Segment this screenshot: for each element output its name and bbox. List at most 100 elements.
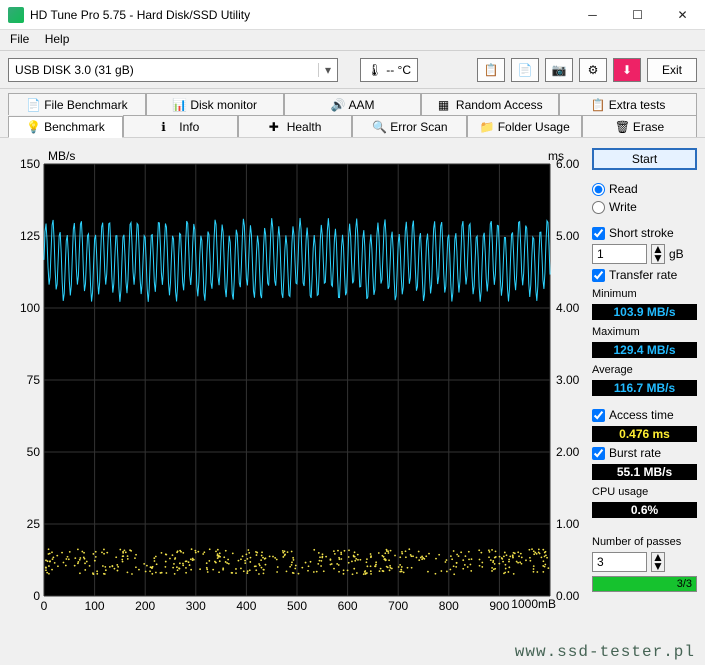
clipboard-icon: 📄 <box>518 63 533 77</box>
screenshot-button[interactable]: 📷 <box>545 58 573 82</box>
avg-value: 116.7 MB/s <box>592 380 697 396</box>
tab-disk-monitor[interactable]: 📊Disk monitor <box>146 93 284 115</box>
burst-rate-checkbox[interactable]: Burst rate <box>592 446 697 460</box>
menubar: File Help <box>0 30 705 51</box>
transfer-rate-checkbox[interactable]: Transfer rate <box>592 268 697 282</box>
svg-text:0: 0 <box>33 589 40 603</box>
menu-help[interactable]: Help <box>39 30 76 48</box>
svg-text:100: 100 <box>20 301 40 315</box>
monitor-icon: 📊 <box>172 98 186 112</box>
passes-label: Number of passes <box>592 536 697 548</box>
svg-text:900: 900 <box>489 599 509 613</box>
chart-svg: MB/s ms 00.00251.00502.00753.001004.0012… <box>8 148 580 626</box>
benchmark-chart: MB/s ms 00.00251.00502.00753.001004.0012… <box>8 148 584 626</box>
cpu-label: CPU usage <box>592 486 697 498</box>
svg-text:125: 125 <box>20 229 40 243</box>
drive-dropdown-value: USB DISK 3.0 (31 gB) <box>15 63 134 77</box>
scan-icon: 🔍 <box>372 120 386 134</box>
read-radio[interactable]: Read <box>592 182 697 196</box>
info-icon: ℹ <box>161 120 175 134</box>
passes-spinner[interactable]: ▲▼ <box>592 552 697 572</box>
svg-text:400: 400 <box>236 599 256 613</box>
health-icon: ✚ <box>269 120 283 134</box>
window-title: HD Tune Pro 5.75 - Hard Disk/SSD Utility <box>30 8 570 22</box>
svg-text:4.00: 4.00 <box>556 301 580 315</box>
spinner-buttons[interactable]: ▲▼ <box>651 552 665 572</box>
spinner-buttons[interactable]: ▲▼ <box>651 244 665 264</box>
svg-text:700: 700 <box>388 599 408 613</box>
cpu-value: 0.6% <box>592 502 697 518</box>
side-panel: Start Read Write Short stroke ▲▼ gB Tran… <box>592 148 697 626</box>
temperature-display: 🌡 -- °C <box>360 58 418 82</box>
save-button[interactable]: ⬇ <box>613 58 641 82</box>
copy-screenshot-button[interactable]: 📄 <box>511 58 539 82</box>
svg-text:25: 25 <box>27 517 41 531</box>
toolbar: USB DISK 3.0 (31 gB) ▾ 🌡 -- °C 📋 📄 📷 ⚙ ⬇… <box>0 51 705 89</box>
file-icon: 📄 <box>26 98 40 112</box>
svg-text:3.00: 3.00 <box>556 373 580 387</box>
watermark: www.ssd-tester.pl <box>515 643 695 661</box>
thermometer-icon: 🌡 <box>367 63 382 77</box>
access-time-checkbox[interactable]: Access time <box>592 408 697 422</box>
folder-icon: 📁 <box>480 120 494 134</box>
drive-dropdown[interactable]: USB DISK 3.0 (31 gB) ▾ <box>8 58 338 82</box>
bulb-icon: 💡 <box>26 120 40 134</box>
tests-icon: 📋 <box>591 98 605 112</box>
svg-text:2.00: 2.00 <box>556 445 580 459</box>
copy-icon: 📋 <box>484 63 499 77</box>
svg-text:75: 75 <box>27 373 41 387</box>
short-stroke-checkbox[interactable]: Short stroke <box>592 226 697 240</box>
svg-text:300: 300 <box>186 599 206 613</box>
short-stroke-input[interactable] <box>592 244 647 264</box>
svg-text:0: 0 <box>41 599 48 613</box>
close-button[interactable]: ✕ <box>660 0 705 30</box>
min-label: Minimum <box>592 288 697 300</box>
gear-icon: ⚙ <box>588 63 599 77</box>
minimize-button[interactable]: ─ <box>570 0 615 30</box>
copy-info-button[interactable]: 📋 <box>477 58 505 82</box>
max-value: 129.4 MB/s <box>592 342 697 358</box>
write-radio[interactable]: Write <box>592 200 697 214</box>
min-value: 103.9 MB/s <box>592 304 697 320</box>
passes-progress: 3/3 <box>592 576 697 592</box>
svg-text:5.00: 5.00 <box>556 229 580 243</box>
start-button[interactable]: Start <box>592 148 697 170</box>
temperature-value: -- °C <box>386 63 411 77</box>
svg-text:1.00: 1.00 <box>556 517 580 531</box>
main-content: MB/s ms 00.00251.00502.00753.001004.0012… <box>0 138 705 630</box>
tab-health[interactable]: ✚Health <box>238 115 353 137</box>
access-value: 0.476 ms <box>592 426 697 442</box>
tab-file-benchmark[interactable]: 📄File Benchmark <box>8 93 146 115</box>
app-icon <box>8 7 24 23</box>
download-icon: ⬇ <box>622 63 632 77</box>
tab-error-scan[interactable]: 🔍Error Scan <box>352 115 467 137</box>
passes-input[interactable] <box>592 552 647 572</box>
svg-text:150: 150 <box>20 157 40 171</box>
titlebar: HD Tune Pro 5.75 - Hard Disk/SSD Utility… <box>0 0 705 30</box>
tab-info[interactable]: ℹInfo <box>123 115 238 137</box>
tab-erase[interactable]: 🗑Erase <box>582 115 697 137</box>
tab-extra-tests[interactable]: 📋Extra tests <box>559 93 697 115</box>
svg-text:0.00: 0.00 <box>556 589 580 603</box>
svg-text:6.00: 6.00 <box>556 157 580 171</box>
options-button[interactable]: ⚙ <box>579 58 607 82</box>
short-stroke-spinner[interactable]: ▲▼ gB <box>592 244 697 264</box>
camera-icon: 📷 <box>552 63 567 77</box>
svg-text:500: 500 <box>287 599 307 613</box>
avg-label: Average <box>592 364 697 376</box>
tab-folder-usage[interactable]: 📁Folder Usage <box>467 115 582 137</box>
random-icon: ▦ <box>438 98 452 112</box>
svg-text:600: 600 <box>338 599 358 613</box>
tab-aam[interactable]: 🔊AAM <box>284 93 422 115</box>
svg-text:50: 50 <box>27 445 41 459</box>
tab-strip: 📄File Benchmark 📊Disk monitor 🔊AAM ▦Rand… <box>0 89 705 138</box>
tab-benchmark[interactable]: 💡Benchmark <box>8 116 123 138</box>
maximize-button[interactable]: ☐ <box>615 0 660 30</box>
tab-random-access[interactable]: ▦Random Access <box>421 93 559 115</box>
y-axis-left-label: MB/s <box>48 149 75 163</box>
exit-button[interactable]: Exit <box>647 58 697 82</box>
burst-value: 55.1 MB/s <box>592 464 697 480</box>
menu-file[interactable]: File <box>4 30 35 48</box>
svg-text:200: 200 <box>135 599 155 613</box>
svg-text:800: 800 <box>439 599 459 613</box>
